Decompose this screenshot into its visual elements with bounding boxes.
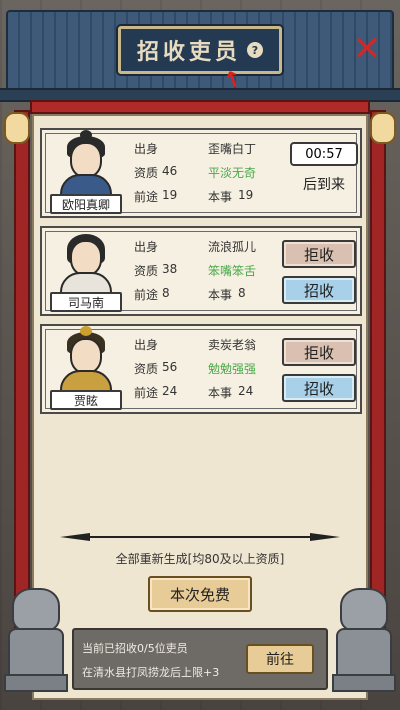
trait-label: 笨嘴笨舌 xyxy=(208,264,257,278)
arrive-later-label: 后到来 xyxy=(303,177,345,193)
limit-hint-text: 在清水县打凤捞龙后上限+3 xyxy=(82,666,220,679)
page-title: 招收吏员 xyxy=(136,40,241,65)
lantern-icon xyxy=(4,112,30,144)
candidate-card: 贾眩 出身 卖炭老翁 资质 56 勉勉强强 前途 24 本事 24 拒收 招收 xyxy=(40,324,362,414)
candidate-portrait xyxy=(54,130,118,200)
origin-row: 出身 歪嘴白丁 xyxy=(134,142,257,156)
candidate-card: 司马南 出身 流浪孤儿 资质 38 笨嘴笨舌 前途 8 本事 8 拒收 招收 xyxy=(40,226,362,316)
origin-row: 出身 卖炭老翁 xyxy=(134,338,257,352)
prospect-row: 前途 8 本事 8 xyxy=(134,286,246,302)
regenerate-all-text: 全部重新生成[均80及以上资质] xyxy=(115,552,285,566)
trait-label: 平淡无奇 xyxy=(208,166,257,180)
reject-button[interactable]: 拒收 xyxy=(282,240,356,268)
lantern-icon xyxy=(370,112,396,144)
red-beam xyxy=(30,100,370,114)
recruit-button[interactable]: 招收 xyxy=(282,374,356,402)
title-plaque: 招收吏员 ? xyxy=(118,26,282,74)
recruited-count-text: 当前已招收0/5位吏员 xyxy=(82,642,188,655)
recruit-panel: 欧阳真卿 出身 歪嘴白丁 资质 46 平淡无奇 前途 19 本事 19 00:5… xyxy=(32,114,368,700)
candidate-portrait xyxy=(54,234,118,298)
candidate-portrait xyxy=(54,326,118,396)
goto-button[interactable]: 前往 xyxy=(246,644,314,674)
candidate-name: 贾眩 xyxy=(50,390,122,410)
arrival-timer: 00:57 xyxy=(290,142,358,166)
aptitude-row: 资质 38 笨嘴笨舌 xyxy=(134,262,257,278)
ornament-divider xyxy=(60,528,340,541)
origin-row: 出身 流浪孤儿 xyxy=(134,240,257,254)
help-icon[interactable]: ? xyxy=(247,42,263,58)
aptitude-row: 资质 46 平淡无奇 xyxy=(134,164,257,180)
aptitude-row: 资质 56 勉勉强强 xyxy=(134,360,257,376)
candidate-card: 欧阳真卿 出身 歪嘴白丁 资质 46 平淡无奇 前途 19 本事 19 00:5… xyxy=(40,128,362,218)
free-regenerate-button[interactable]: 本次免费 xyxy=(148,576,252,612)
close-button[interactable]: ✕ xyxy=(352,32,382,66)
stone-lion-icon xyxy=(4,584,68,694)
reject-button[interactable]: 拒收 xyxy=(282,338,356,366)
stone-lion-icon xyxy=(332,584,396,694)
recruit-button[interactable]: 招收 xyxy=(282,276,356,304)
candidate-name: 司马南 xyxy=(50,292,122,312)
prospect-row: 前途 19 本事 19 xyxy=(134,188,254,204)
candidate-name: 欧阳真卿 xyxy=(50,194,122,214)
prospect-row: 前途 24 本事 24 xyxy=(134,384,254,400)
recruit-status-bar: 当前已招收0/5位吏员 在清水县打凤捞龙后上限+3 前往 xyxy=(72,628,328,690)
trait-label: 勉勉强强 xyxy=(208,362,257,376)
